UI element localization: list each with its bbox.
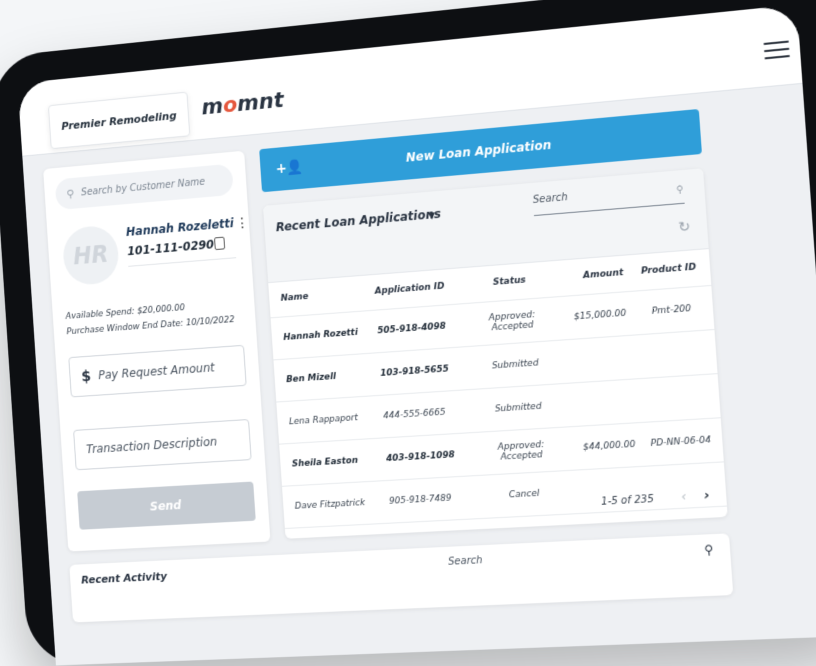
caret-down-icon[interactable]: ▼ [428, 211, 435, 222]
row-product-id: Pmt-200 [651, 303, 692, 317]
col-product-id: Product ID [640, 262, 697, 277]
loan-applications-title: Recent Loan Applications [275, 206, 442, 235]
col-amount: Amount [582, 267, 624, 282]
row-status: Submitted [494, 401, 542, 415]
row-product-id: PD-NN-06-04 [650, 435, 712, 450]
row-status: Approved: Accepted [488, 310, 536, 334]
transaction-description-input[interactable]: Transaction Description [73, 418, 252, 471]
col-name: Name [280, 291, 309, 304]
customer-phone: 101-111-0290 [126, 237, 215, 259]
pay-amount-placeholder: Pay Request Amount [97, 360, 215, 383]
row-product-id [643, 375, 712, 422]
tablet-frame: Premier Remodeling momnt ⚲ Search by Cus… [0, 0, 816, 666]
row-status: Approved: Accepted [497, 439, 545, 463]
row-amount: $44,000.00 [582, 439, 636, 453]
col-status: Status [492, 275, 527, 288]
hamburger-menu-icon[interactable] [763, 40, 790, 60]
add-user-icon: +👤 [275, 159, 305, 178]
row-product-id [640, 331, 709, 378]
row-amount [560, 380, 634, 427]
send-button[interactable]: Send [77, 481, 256, 530]
row-amount: $15,000.00 [573, 308, 627, 323]
new-loan-label: New Loan Application [405, 137, 552, 165]
description-placeholder: Transaction Description [85, 434, 218, 457]
app-screen: Premier Remodeling momnt ⚲ Search by Cus… [17, 4, 816, 666]
recent-activity-title: Recent Activity [80, 569, 168, 587]
row-application-id[interactable]: 403-918-1098 [385, 433, 476, 480]
chevron-left-icon[interactable]: ‹ [681, 489, 687, 505]
more-options-icon[interactable]: ⋮ [235, 215, 249, 232]
customer-panel: ⚲ Search by Customer Name HR Hannah Roze… [43, 150, 271, 552]
search-icon[interactable]: ⚲ [704, 542, 714, 557]
loan-applications-panel: Recent Loan Applications ▼ Search ⚲ ↻ Na… [262, 168, 728, 539]
row-name: Hannah Rozetti [283, 327, 359, 343]
row-amount [557, 336, 631, 383]
search-icon: ⚲ [675, 184, 685, 197]
row-application-id[interactable]: 444-555-6665 [382, 390, 473, 437]
recent-activity-panel: Recent Activity Search ⚲ [69, 533, 734, 623]
brand-logo: momnt [200, 88, 285, 121]
customer-search-placeholder: Search by Customer Name [80, 176, 206, 198]
copy-icon[interactable] [214, 236, 226, 251]
customer-search-input[interactable]: ⚲ Search by Customer Name [54, 163, 234, 211]
merchant-badge: Premier Remodeling [47, 91, 191, 150]
row-application-id[interactable]: 103-918-5655 [379, 347, 470, 395]
col-application-id: Application ID [374, 281, 445, 297]
row-status: Submitted [491, 358, 539, 372]
loan-search-placeholder: Search [532, 192, 569, 207]
row-application-id[interactable]: 505-918-4098 [376, 304, 467, 352]
divider [128, 257, 237, 267]
avatar: HR [61, 224, 121, 287]
row-name: Lena Rappaport [288, 413, 359, 428]
chevron-right-icon[interactable]: › [703, 488, 710, 504]
pay-request-amount-input[interactable]: $ Pay Request Amount [68, 344, 247, 398]
row-name: Sheila Easton [291, 455, 359, 470]
pagination-count: 1-5 of 235 [600, 493, 655, 508]
search-icon: ⚲ [66, 187, 75, 201]
activity-search-input[interactable]: Search [448, 555, 483, 568]
dollar-icon: $ [80, 367, 92, 386]
customer-info: Available Spend: $20,000.00 Purchase Win… [65, 297, 235, 340]
row-name: Ben Mizell [285, 371, 337, 386]
customer-name: Hannah Rozeletti [125, 216, 235, 239]
loan-search-input[interactable]: Search ⚲ [532, 182, 685, 217]
refresh-icon[interactable]: ↻ [678, 219, 691, 236]
